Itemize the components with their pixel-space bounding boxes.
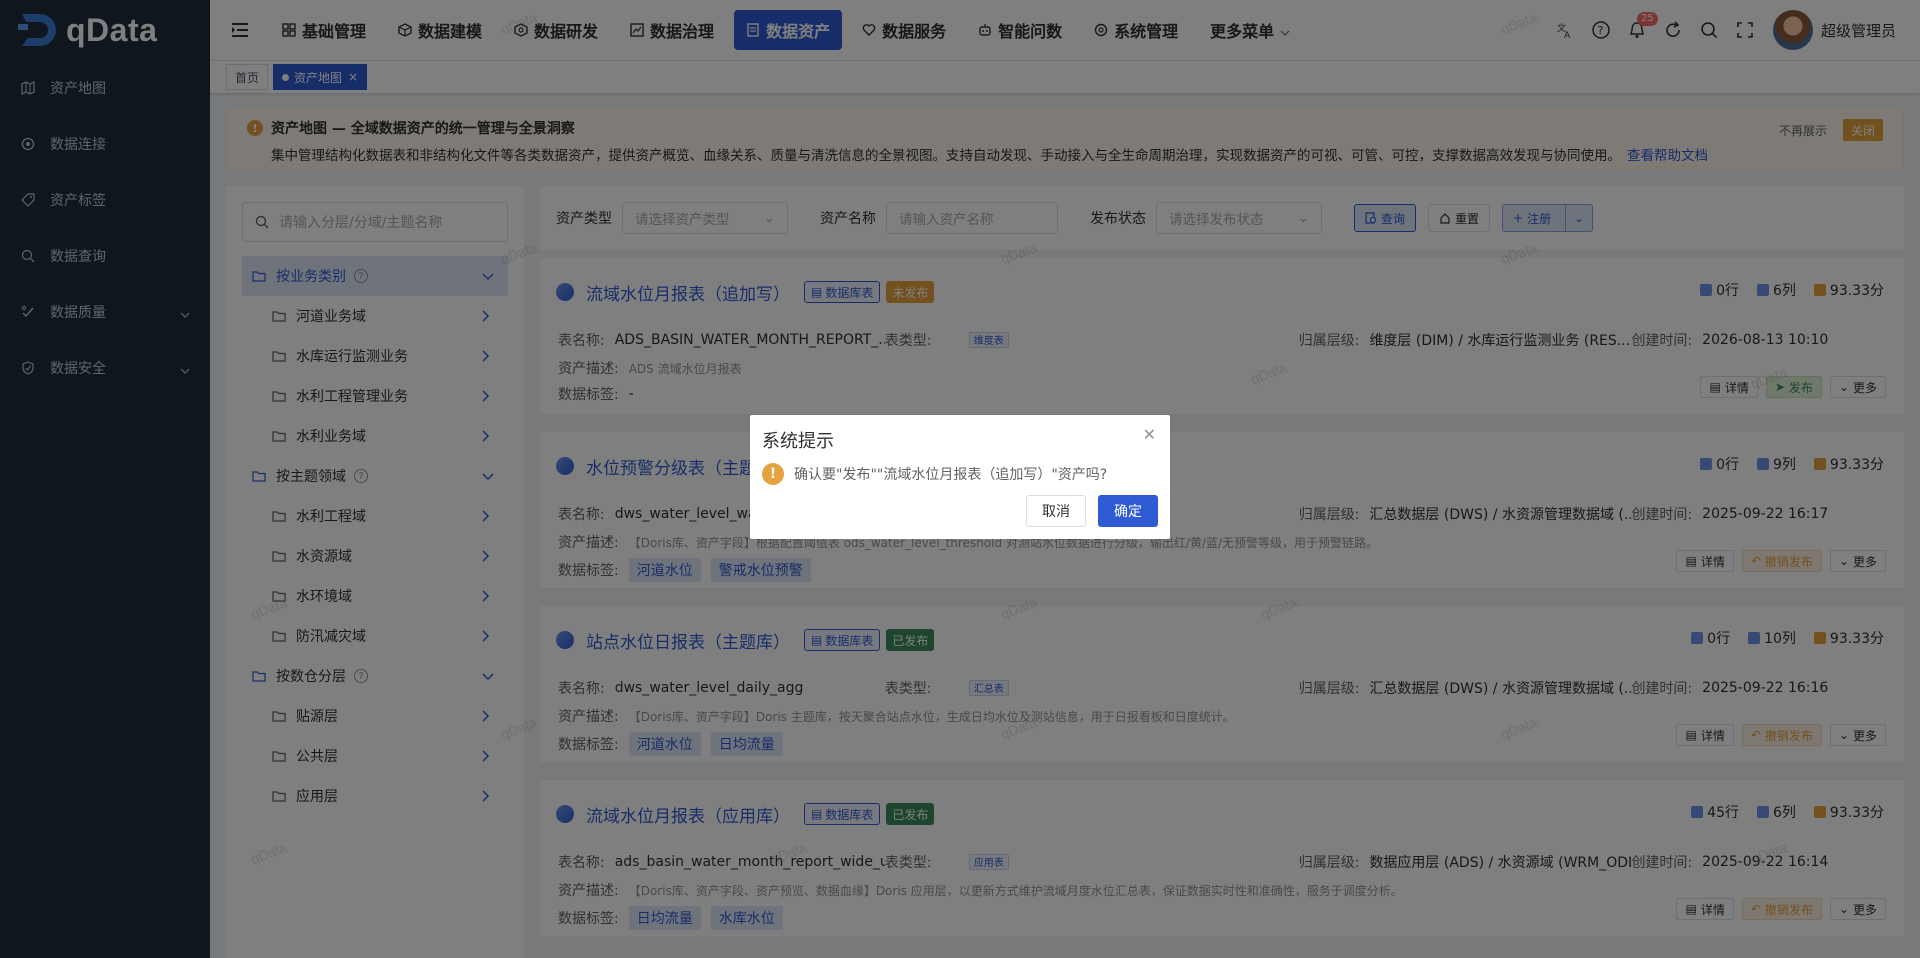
- confirm-dialog: 系统提示 ✕ ! 确认要"发布""流域水位月报表（追加写）"资产吗? 取消 确定: [750, 415, 1170, 539]
- cancel-button[interactable]: 取消: [1026, 495, 1086, 527]
- dialog-message: 确认要"发布""流域水位月报表（追加写）"资产吗?: [794, 467, 1108, 483]
- close-icon[interactable]: ✕: [1143, 425, 1156, 444]
- dialog-title: 系统提示: [762, 431, 834, 452]
- warning-icon: !: [762, 463, 784, 485]
- confirm-button[interactable]: 确定: [1098, 495, 1158, 527]
